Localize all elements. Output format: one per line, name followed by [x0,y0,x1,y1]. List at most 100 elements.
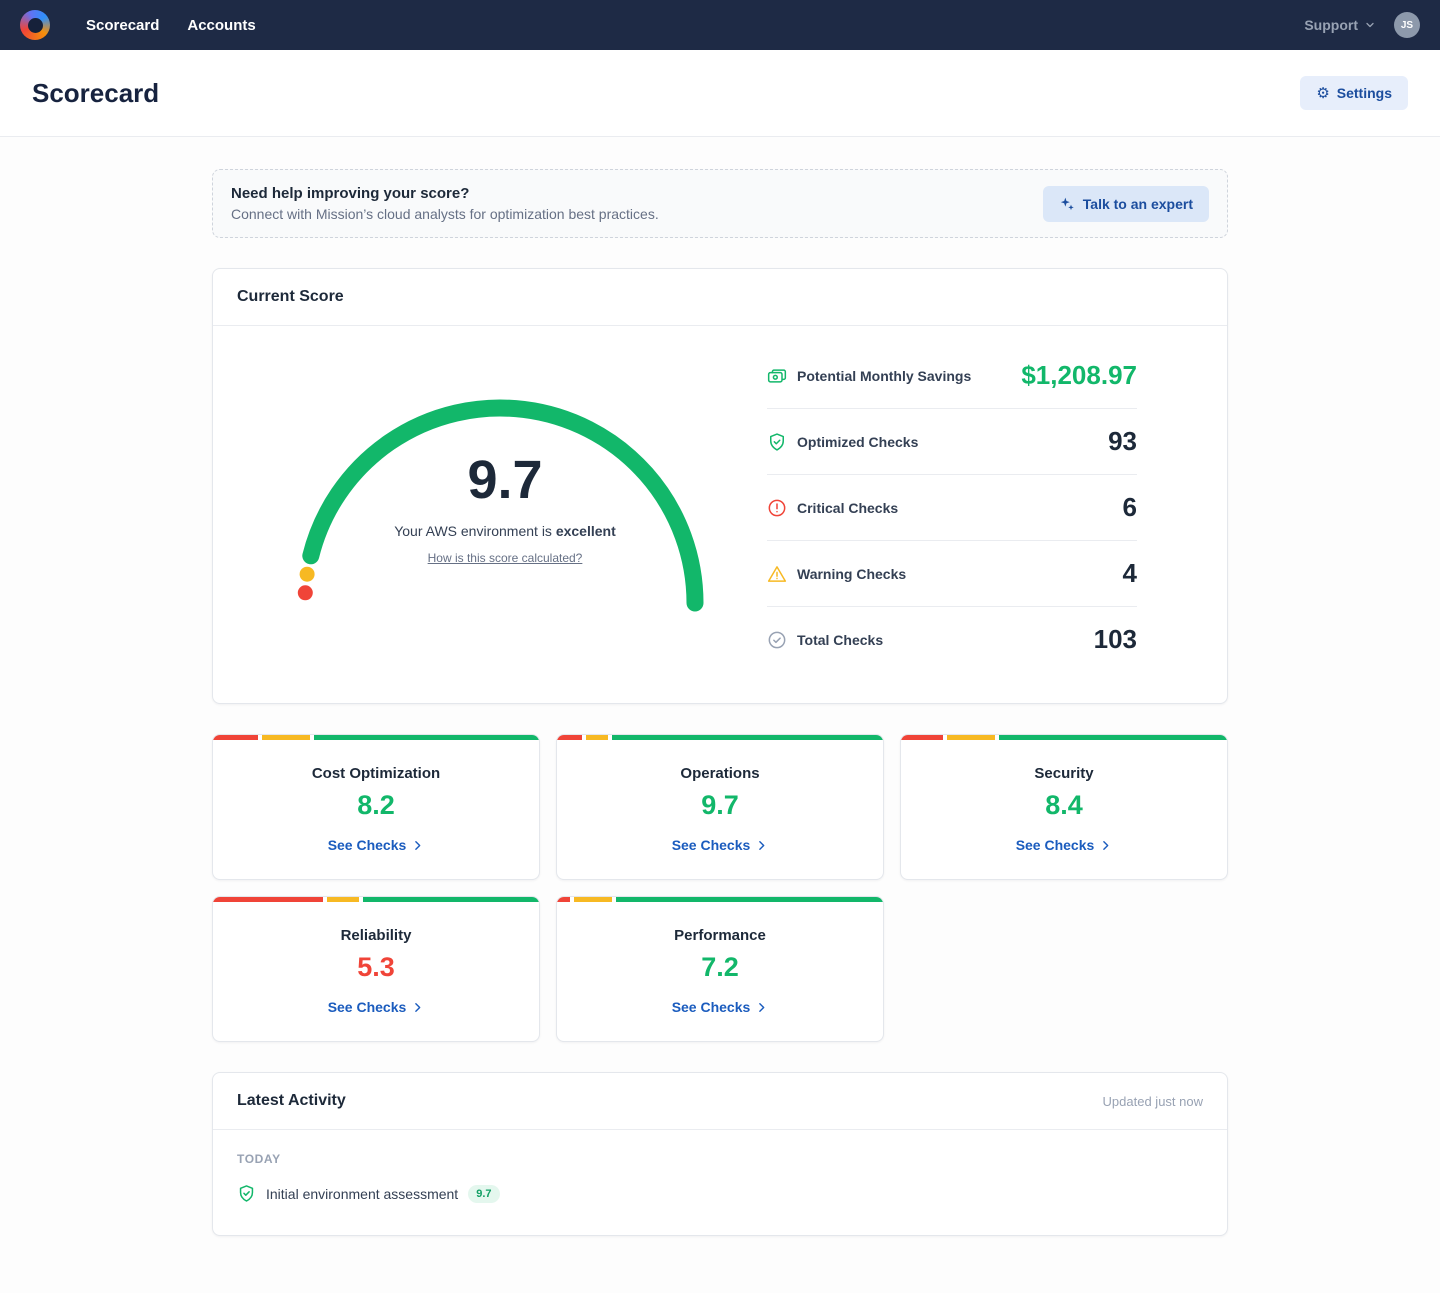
stat-label: Warning Checks [797,566,906,582]
help-banner: Need help improving your score? Connect … [212,169,1228,238]
latest-activity-header: Latest Activity Updated just now [213,1073,1227,1130]
stat-label: Optimized Checks [797,434,918,450]
gear-icon: ⚙ [1316,86,1329,101]
bar-red-segment [557,735,582,740]
category-score-bar [901,735,1227,740]
bar-green-segment [999,735,1227,740]
score-calculation-link[interactable]: How is this score calculated? [428,551,583,565]
alert-circle-icon [767,498,787,518]
category-name: Performance [577,927,863,944]
gauge-red-segment [298,585,313,600]
bar-yellow-segment [327,897,359,902]
app-logo-icon [20,10,50,40]
help-banner-subtitle: Connect with Mission’s cloud analysts fo… [231,206,659,222]
updated-timestamp: Updated just now [1103,1094,1203,1109]
stat-row-warning: Warning Checks 4 [767,541,1137,607]
gauge-yellow-segment [300,566,315,581]
cash-icon [767,366,787,386]
avatar[interactable]: JS [1394,12,1420,38]
category-score-bar [213,897,539,902]
nav-item-scorecard[interactable]: Scorecard [86,17,159,34]
see-checks-link[interactable]: See Checks [672,837,769,853]
stat-left: Total Checks [767,630,883,650]
category-score-bar [213,735,539,740]
settings-label: Settings [1337,85,1392,101]
chevron-down-icon [1364,19,1376,31]
current-score-body: 9.7 Your AWS environment is excellent Ho… [213,326,1227,703]
stat-row-total: Total Checks 103 [767,607,1137,659]
score-gauge: 9.7 Your AWS environment is excellent Ho… [285,383,725,633]
score-gauge-wrap: 9.7 Your AWS environment is excellent Ho… [243,383,767,633]
see-checks-label: See Checks [1016,837,1095,853]
latest-activity-card: Latest Activity Updated just now TODAY I… [212,1072,1228,1236]
category-name: Security [921,765,1207,782]
see-checks-link[interactable]: See Checks [672,999,769,1015]
category-card-cost-optimization: Cost Optimization 8.2 See Checks [212,734,540,880]
activity-group-label: TODAY [237,1152,1203,1166]
bar-yellow-segment [586,735,608,740]
see-checks-label: See Checks [672,837,751,853]
bar-red-segment [901,735,943,740]
score-description: Your AWS environment is excellent [285,523,725,539]
chevron-right-icon [755,839,768,852]
check-circle-icon [767,630,787,650]
current-score-card-header: Current Score [213,269,1227,326]
activity-item-label: Initial environment assessment [266,1186,458,1202]
support-menu[interactable]: Support [1304,17,1376,33]
category-score: 5.3 [233,952,519,983]
activity-score-badge: 9.7 [468,1185,499,1203]
stat-value-savings: $1,208.97 [1021,360,1137,391]
app-logo-inner [28,18,43,33]
bar-red-segment [213,735,258,740]
bar-yellow-segment [574,897,612,902]
see-checks-link[interactable]: See Checks [328,999,425,1015]
score-description-prefix: Your AWS environment is [394,523,556,539]
bar-green-segment [363,897,539,902]
category-score: 8.2 [233,790,519,821]
bar-yellow-segment [262,735,310,740]
stat-label: Total Checks [797,632,883,648]
category-card-security: Security 8.4 See Checks [900,734,1228,880]
bar-red-segment [557,897,570,902]
bar-green-segment [314,735,539,740]
see-checks-label: See Checks [328,837,407,853]
stat-label: Critical Checks [797,500,898,516]
score-description-emphasis: excellent [556,523,616,539]
chevron-right-icon [755,1001,768,1014]
stat-row-savings: Potential Monthly Savings $1,208.97 [767,356,1137,409]
current-score-title: Current Score [237,288,344,306]
stat-label: Potential Monthly Savings [797,368,971,384]
see-checks-label: See Checks [328,999,407,1015]
chevron-right-icon [1099,839,1112,852]
category-card-performance: Performance 7.2 See Checks [556,896,884,1042]
stat-row-critical: Critical Checks 6 [767,475,1137,541]
category-card-reliability: Reliability 5.3 See Checks [212,896,540,1042]
nav-item-accounts[interactable]: Accounts [187,17,255,34]
score-value: 9.7 [285,453,725,507]
category-name: Reliability [233,927,519,944]
stat-row-optimized: Optimized Checks 93 [767,409,1137,475]
bar-red-segment [213,897,323,902]
stat-left: Optimized Checks [767,432,918,452]
stat-value-optimized: 93 [1108,426,1137,457]
talk-to-expert-button[interactable]: Talk to an expert [1043,186,1209,222]
stat-value-warning: 4 [1123,558,1137,589]
category-score: 7.2 [577,952,863,983]
bar-yellow-segment [947,735,995,740]
see-checks-link[interactable]: See Checks [1016,837,1113,853]
help-banner-text: Need help improving your score? Connect … [231,185,659,222]
settings-button[interactable]: ⚙ Settings [1300,76,1408,110]
nav-left: Scorecard Accounts [20,10,256,40]
support-label: Support [1304,17,1358,33]
category-score: 8.4 [921,790,1207,821]
category-name: Operations [577,765,863,782]
help-banner-title: Need help improving your score? [231,185,659,202]
stat-left: Potential Monthly Savings [767,366,971,386]
current-score-card: Current Score 9.7 Your AWS environment i… [212,268,1228,704]
see-checks-link[interactable]: See Checks [328,837,425,853]
activity-item: Initial environment assessment 9.7 [237,1184,1203,1203]
page-title: Scorecard [32,78,159,109]
latest-activity-title: Latest Activity [237,1092,346,1110]
latest-activity-body: TODAY Initial environment assessment 9.7 [213,1130,1227,1235]
bar-green-segment [612,735,883,740]
